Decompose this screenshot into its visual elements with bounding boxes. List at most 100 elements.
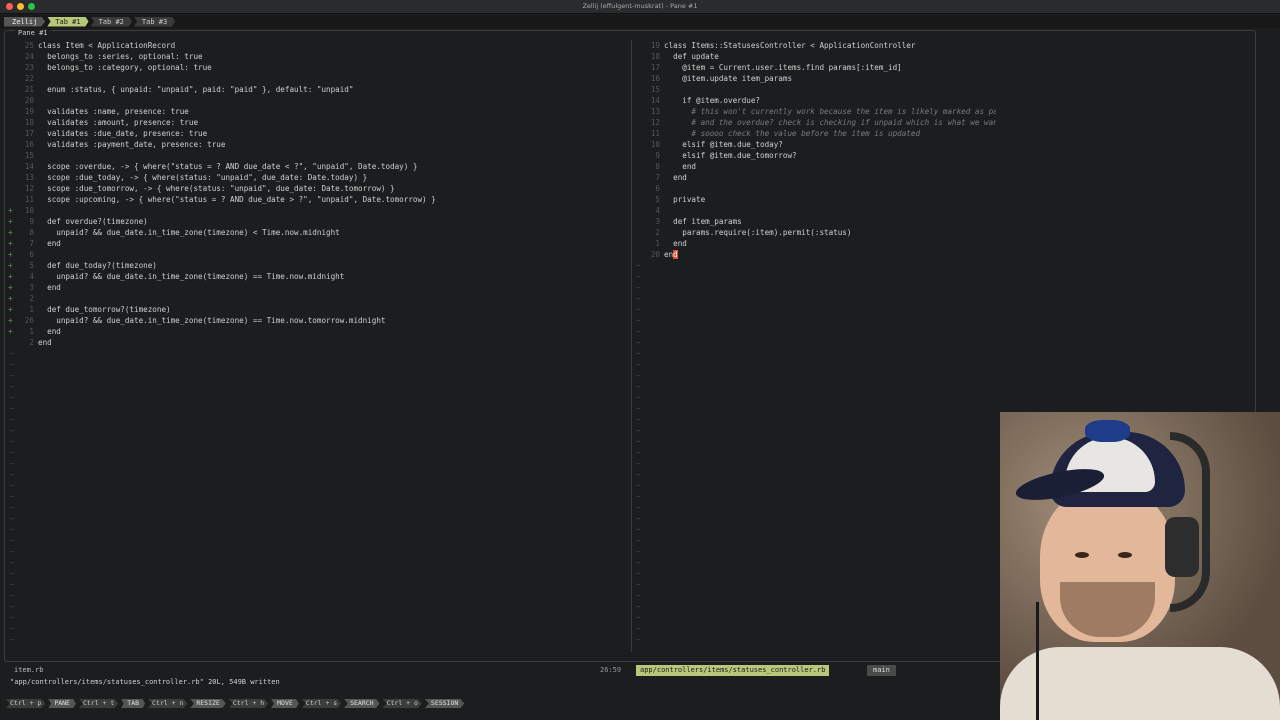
line-number: 9	[655, 151, 660, 160]
code-line[interactable]: 16 validates :payment_date, presence: tr…	[8, 139, 628, 150]
code-line[interactable]: 8 + unpaid? && due_date.in_time_zone(time…	[8, 227, 628, 238]
keybinding-mode-pane[interactable]: PANE	[48, 699, 76, 708]
code-line[interactable]: 20 end	[634, 249, 996, 260]
code-text: # soooo check the value before the item …	[664, 129, 921, 138]
empty-buffer-line: ~	[8, 601, 628, 612]
code-line[interactable]: 23 belongs_to :category, optional: true	[8, 62, 628, 73]
code-line[interactable]: 14 scope :overdue, -> { where("status = …	[8, 161, 628, 172]
code-line[interactable]: 5 private	[634, 194, 996, 205]
webcam-overlay	[1000, 412, 1280, 720]
tilde-marker: ~	[10, 514, 15, 523]
code-line[interactable]: 12 # and the overdue? check is checking …	[634, 117, 996, 128]
code-line[interactable]: 6	[634, 183, 996, 194]
code-line[interactable]: 11 scope :upcoming, -> { where("status =…	[8, 194, 628, 205]
code-line[interactable]: 10 +	[8, 205, 628, 216]
keybinding-mode-search[interactable]: SEARCH	[344, 699, 380, 708]
tilde-marker: ~	[636, 492, 641, 501]
empty-buffer-line: ~	[634, 612, 996, 623]
code-line[interactable]: 9 elsif @item.due_tomorrow?	[634, 150, 996, 161]
code-line[interactable]: 19 validates :name, presence: true	[8, 106, 628, 117]
editor-pane-right[interactable]: 19 class Items::StatusesController < Appl…	[634, 40, 996, 650]
keybinding-mode-session[interactable]: SESSION	[424, 699, 465, 708]
keybinding-mode-resize[interactable]: RESIZE	[190, 699, 226, 708]
tab-3[interactable]: Tab #3	[133, 16, 176, 27]
empty-buffer-line: ~	[634, 304, 996, 315]
empty-buffer-line: ~	[8, 359, 628, 370]
code-line[interactable]: 9 + def overdue?(timezone)	[8, 216, 628, 227]
code-text: end	[664, 173, 687, 182]
tilde-marker: ~	[10, 492, 15, 501]
code-text: validates :payment_date, presence: true	[38, 140, 226, 149]
code-line[interactable]: 24 belongs_to :series, optional: true	[8, 51, 628, 62]
code-line[interactable]: 7 + end	[8, 238, 628, 249]
code-line[interactable]: 4	[634, 205, 996, 216]
tilde-marker: ~	[636, 602, 641, 611]
line-number: 25	[24, 41, 34, 50]
code-line[interactable]: 18 def update	[634, 51, 996, 62]
tilde-marker: ~	[636, 503, 641, 512]
code-line[interactable]: 7 end	[634, 172, 996, 183]
line-number: 4 +	[8, 272, 34, 281]
empty-buffer-line: ~	[634, 458, 996, 469]
keybinding-key: Ctrl + h	[228, 699, 269, 708]
code-line[interactable]: 1 end	[634, 238, 996, 249]
line-number: 17	[24, 129, 34, 138]
code-line[interactable]: 2 params.require(:item).permit(:status)	[634, 227, 996, 238]
tilde-marker: ~	[636, 624, 641, 633]
code-line[interactable]: 20	[8, 95, 628, 106]
code-line[interactable]: 10 elsif @item.due_today?	[634, 139, 996, 150]
code-line[interactable]: 2 end	[8, 337, 628, 348]
keybinding-mode-move[interactable]: MOVE	[271, 699, 299, 708]
vertical-split-divider[interactable]	[631, 40, 632, 652]
line-number: 6 +	[8, 250, 34, 259]
code-text: end	[38, 239, 61, 248]
empty-buffer-line: ~	[8, 469, 628, 480]
tilde-marker: ~	[636, 272, 641, 281]
code-line[interactable]: 1 + end	[8, 326, 628, 337]
code-line[interactable]: 21 enum :status, { unpaid: "unpaid", pai…	[8, 84, 628, 95]
empty-buffer-line: ~	[634, 282, 996, 293]
code-line[interactable]: 14 if @item.overdue?	[634, 95, 996, 106]
code-line[interactable]: 2 +	[8, 293, 628, 304]
tab-1[interactable]: Tab #1	[47, 16, 89, 27]
code-line[interactable]: 11 # soooo check the value before the it…	[634, 128, 996, 139]
tilde-marker: ~	[636, 305, 641, 314]
code-text: def due_tomorrow?(timezone)	[38, 305, 171, 314]
code-line[interactable]: 8 end	[634, 161, 996, 172]
line-number: 4	[655, 206, 660, 215]
code-line[interactable]: 15	[634, 84, 996, 95]
code-text: class Item < ApplicationRecord	[38, 41, 176, 50]
code-text: belongs_to :category, optional: true	[38, 63, 212, 72]
code-text: unpaid? && due_date.in_time_zone(timezon…	[38, 316, 386, 325]
tilde-marker: ~	[10, 437, 15, 446]
code-line[interactable]: 16 @item.update item_params	[634, 73, 996, 84]
code-line[interactable]: 19 class Items::StatusesController < Appl…	[634, 40, 996, 51]
code-line[interactable]: 3 def item_params	[634, 216, 996, 227]
line-number: 23	[24, 63, 34, 72]
tab-2[interactable]: Tab #2	[90, 16, 132, 27]
code-line[interactable]: 17 validates :due_date, presence: true	[8, 128, 628, 139]
editor-pane-left[interactable]: 25 class Item < ApplicationRecord 24 belon…	[8, 40, 628, 650]
code-line[interactable]: 13 # this won't currently work because t…	[634, 106, 996, 117]
tilde-marker: ~	[636, 459, 641, 468]
code-line[interactable]: 26 + unpaid? && due_date.in_time_zone(tim…	[8, 315, 628, 326]
tilde-marker: ~	[10, 536, 15, 545]
keybinding-key: Ctrl + p	[6, 699, 46, 708]
keybinding-mode-tab[interactable]: TAB	[121, 699, 146, 708]
code-line[interactable]: 5 + def due_today?(timezone)	[8, 260, 628, 271]
code-line[interactable]: 25 class Item < ApplicationRecord	[8, 40, 628, 51]
code-line[interactable]: 6 +	[8, 249, 628, 260]
code-line[interactable]: 18 validates :amount, presence: true	[8, 117, 628, 128]
code-text: end	[38, 283, 61, 292]
code-line[interactable]: 15	[8, 150, 628, 161]
code-line[interactable]: 22	[8, 73, 628, 84]
code-line[interactable]: 17 @item = Current.user.items.find param…	[634, 62, 996, 73]
code-line[interactable]: 1 + def due_tomorrow?(timezone)	[8, 304, 628, 315]
code-line[interactable]: 4 + unpaid? && due_date.in_time_zone(time…	[8, 271, 628, 282]
code-line[interactable]: 3 + end	[8, 282, 628, 293]
code-line[interactable]: 13 scope :due_today, -> { where(status: …	[8, 172, 628, 183]
tilde-marker: ~	[636, 547, 641, 556]
code-text: end	[664, 250, 678, 259]
code-line[interactable]: 12 scope :due_tomorrow, -> { where(statu…	[8, 183, 628, 194]
text-cursor: d	[673, 250, 678, 259]
